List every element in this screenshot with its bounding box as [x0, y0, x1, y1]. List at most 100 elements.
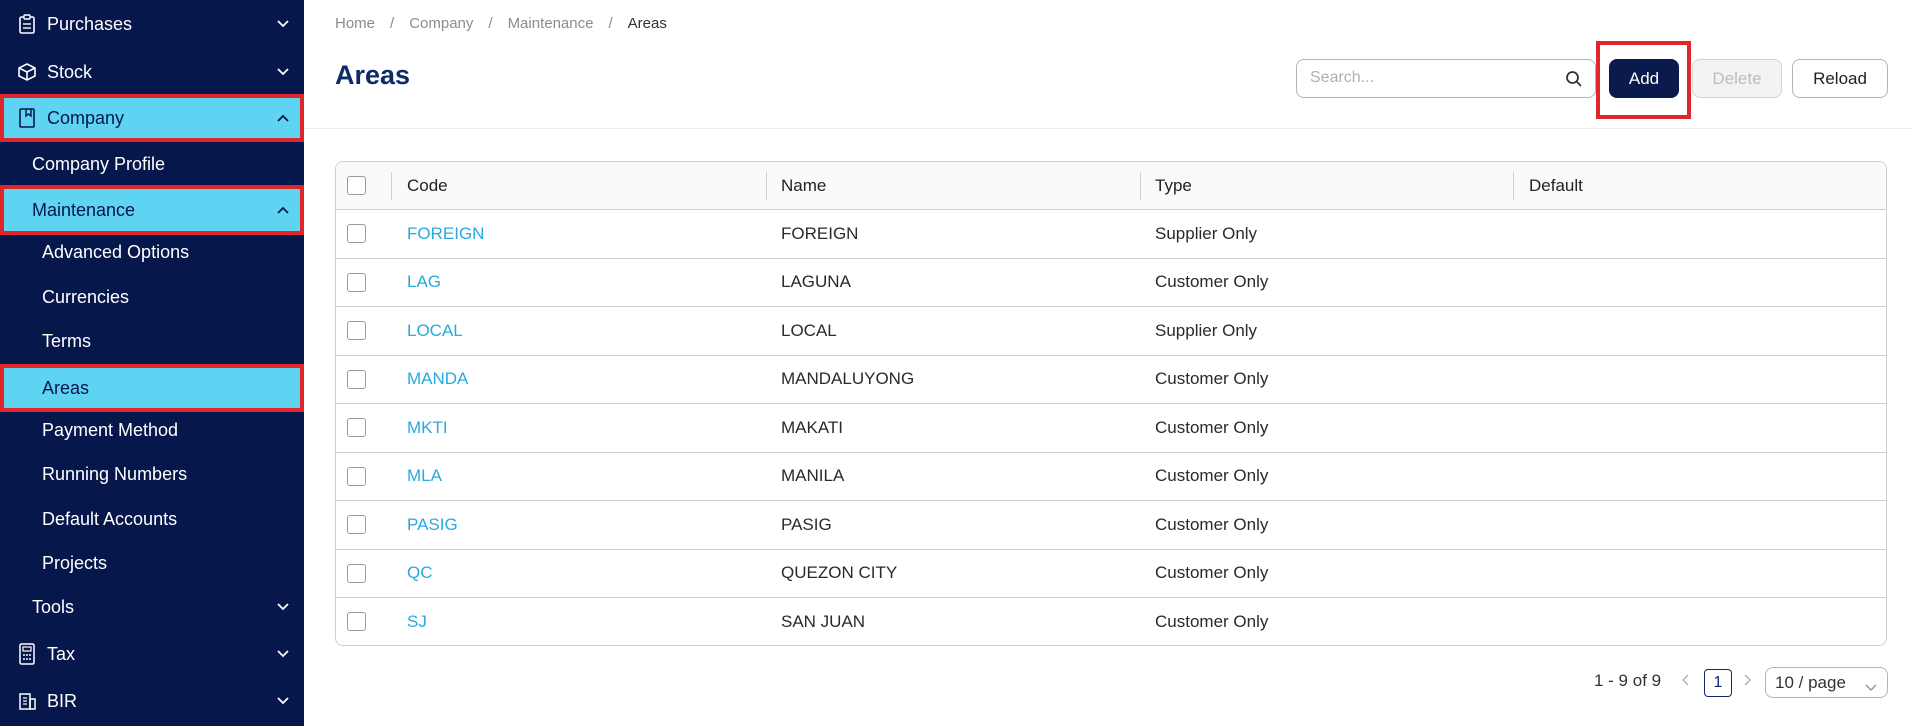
breadcrumb-separator: /: [488, 15, 493, 32]
row-name: LOCAL: [781, 320, 837, 340]
row-code-link[interactable]: PASIG: [407, 501, 458, 549]
page-number-button[interactable]: 1: [1704, 669, 1732, 697]
chevron-down-icon: [276, 600, 290, 614]
table-row[interactable]: MLA MANILA Customer Only: [336, 453, 1886, 501]
row-checkbox[interactable]: [347, 563, 366, 583]
sidebar-item-stock[interactable]: Stock: [0, 52, 304, 92]
row-checkbox[interactable]: [347, 321, 366, 340]
column-header-type[interactable]: Type: [1155, 162, 1192, 210]
row-checkbox[interactable]: [347, 466, 366, 486]
row-name: SAN JUAN: [781, 612, 866, 632]
search-input[interactable]: [1310, 69, 1550, 87]
row-name: LAGUNA: [781, 272, 851, 292]
row-type: Supplier Only: [1155, 223, 1258, 243]
reload-button[interactable]: Reload: [1792, 59, 1888, 98]
row-checkbox[interactable]: [347, 272, 366, 292]
sidebar-item-company[interactable]: Company: [0, 94, 304, 142]
breadcrumb-maintenance[interactable]: Maintenance: [508, 15, 594, 32]
sidebar-item-label: Tax: [47, 643, 76, 664]
sidebar-item-bir[interactable]: BIR: [0, 681, 304, 721]
pagination-summary: 1 - 9 of 9: [1594, 671, 1662, 690]
row-checkbox[interactable]: [347, 515, 366, 534]
sidebar-item-label: Company Profile: [32, 153, 166, 174]
sidebar-item-label: Purchases: [47, 13, 133, 34]
sidebar-item-label: Running Numbers: [42, 463, 188, 484]
clipboard-icon: [17, 14, 37, 34]
add-button[interactable]: Add: [1609, 59, 1679, 98]
sidebar-item-tools[interactable]: Tools: [0, 587, 304, 627]
row-code-link[interactable]: SJ: [407, 598, 427, 645]
areas-table: Code Name Type Default FOREIGN FOREIGN S…: [335, 161, 1887, 646]
sidebar-item-running-numbers[interactable]: Running Numbers: [0, 454, 304, 494]
table-row[interactable]: MKTI MAKATI Customer Only: [336, 404, 1886, 453]
sidebar-item-currencies[interactable]: Currencies: [0, 277, 304, 317]
sidebar-item-label: Maintenance: [32, 199, 136, 220]
row-checkbox[interactable]: [347, 612, 366, 631]
chevron-up-icon: [276, 203, 290, 217]
breadcrumb-separator: /: [390, 15, 395, 32]
table-row[interactable]: QC QUEZON CITY Customer Only: [336, 550, 1886, 598]
breadcrumb: Home / Company / Maintenance / Areas: [335, 15, 667, 32]
table-row[interactable]: FOREIGN FOREIGN Supplier Only: [336, 210, 1886, 259]
row-checkbox[interactable]: [347, 224, 366, 243]
sidebar-item-default-accounts[interactable]: Default Accounts: [0, 499, 304, 539]
table-row[interactable]: LAG LAGUNA Customer Only: [336, 259, 1886, 307]
sidebar-item-company-profile[interactable]: Company Profile: [0, 144, 304, 184]
table-header: Code Name Type Default: [336, 162, 1886, 210]
row-type: Customer Only: [1155, 466, 1269, 486]
sidebar-item-advanced-options[interactable]: Advanced Options: [0, 232, 304, 272]
column-header-default[interactable]: Default: [1529, 162, 1583, 210]
row-type: Supplier Only: [1155, 320, 1258, 340]
page-size-value: 10 / page: [1775, 672, 1846, 692]
table-row[interactable]: PASIG PASIG Customer Only: [336, 501, 1886, 550]
page-size-select[interactable]: 10 / page: [1765, 667, 1888, 698]
sidebar-item-label: Currencies: [42, 286, 130, 307]
sidebar-item-projects[interactable]: Projects: [0, 543, 304, 583]
next-page-icon[interactable]: [1741, 673, 1755, 689]
row-type: Customer Only: [1155, 417, 1269, 437]
table-row[interactable]: MANDA MANDALUYONG Customer Only: [336, 356, 1886, 404]
row-code-link[interactable]: LOCAL: [407, 307, 463, 355]
chevron-down-icon: [276, 647, 290, 661]
sidebar-item-purchases[interactable]: Purchases: [0, 4, 304, 44]
sidebar-item-tax[interactable]: Tax: [0, 634, 304, 674]
sidebar: Purchases Stock Company Company Profile …: [0, 0, 304, 726]
chevron-down-icon: [276, 65, 290, 79]
page-title: Areas: [335, 60, 411, 90]
breadcrumb-home[interactable]: Home: [335, 15, 375, 32]
row-code-link[interactable]: FOREIGN: [407, 210, 484, 258]
sidebar-item-label: Projects: [42, 552, 108, 573]
row-checkbox[interactable]: [347, 369, 366, 389]
row-checkbox[interactable]: [347, 418, 366, 437]
book-icon: [17, 108, 37, 128]
row-code-link[interactable]: MKTI: [407, 404, 448, 452]
row-code-link[interactable]: MANDA: [407, 356, 468, 404]
row-name: MANILA: [781, 466, 845, 486]
row-code-link[interactable]: MLA: [407, 453, 442, 501]
box-icon: [17, 62, 37, 82]
prev-page-icon[interactable]: [1680, 673, 1694, 689]
delete-button[interactable]: Delete: [1692, 59, 1782, 98]
column-divider: [391, 172, 392, 200]
row-type: Customer Only: [1155, 612, 1269, 632]
sidebar-item-maintenance[interactable]: Maintenance: [0, 185, 304, 235]
row-type: Customer Only: [1155, 369, 1269, 389]
table-row[interactable]: LOCAL LOCAL Supplier Only: [336, 307, 1886, 356]
sidebar-item-label: Default Accounts: [42, 508, 178, 529]
row-code-link[interactable]: LAG: [407, 259, 441, 307]
row-code-link[interactable]: QC: [407, 550, 433, 598]
sidebar-item-terms[interactable]: Terms: [0, 321, 304, 361]
sidebar-item-areas[interactable]: Areas: [0, 364, 304, 412]
row-type: Customer Only: [1155, 514, 1269, 534]
sidebar-item-label: Advanced Options: [42, 241, 190, 262]
search-icon[interactable]: [1565, 70, 1583, 88]
column-header-code[interactable]: Code: [407, 162, 448, 210]
sidebar-item-label: Stock: [47, 61, 93, 82]
breadcrumb-company[interactable]: Company: [409, 15, 473, 32]
column-header-name[interactable]: Name: [781, 162, 826, 210]
header-divider: [304, 128, 1913, 129]
sidebar-item-payment-method[interactable]: Payment Method: [0, 410, 304, 450]
select-all-checkbox[interactable]: [347, 176, 366, 195]
row-type: Customer Only: [1155, 272, 1269, 292]
table-row[interactable]: SJ SAN JUAN Customer Only: [336, 598, 1886, 645]
